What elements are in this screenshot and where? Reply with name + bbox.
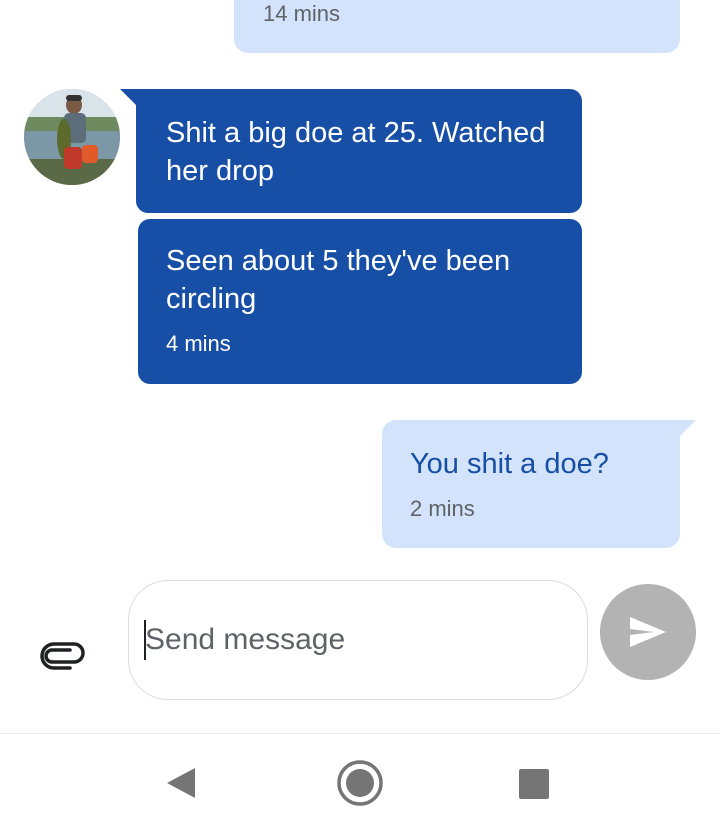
message-bubble-outgoing[interactable]: You shit a doe? 2 mins [382, 420, 680, 548]
bubble-tail [680, 420, 696, 436]
conversation-screen: 14 mins Shit a big doe at 25. Watched he… [0, 0, 720, 830]
system-navigation-bar [0, 733, 720, 830]
message-timestamp: 4 mins [166, 331, 231, 356]
send-icon [630, 617, 666, 647]
paperclip-icon[interactable] [40, 640, 88, 672]
bubble-tail [120, 89, 136, 105]
message-text: Shit a big doe at 25. Watched her drop [166, 117, 546, 187]
message-timestamp: 2 mins [410, 496, 475, 521]
home-circle-icon[interactable] [336, 759, 384, 812]
message-input[interactable]: Send message [128, 580, 588, 700]
message-input-placeholder: Send message [145, 623, 346, 656]
contact-avatar[interactable] [24, 89, 120, 185]
send-button[interactable] [600, 584, 696, 680]
recent-square-icon[interactable] [519, 769, 549, 799]
message-timestamp: 14 mins [263, 1, 341, 26]
back-triangle-icon[interactable] [165, 766, 197, 805]
message-text: Seen about 5 they've been circling [166, 245, 511, 315]
message-bubble-incoming[interactable]: Seen about 5 they've been circling 4 min… [138, 219, 582, 384]
message-text: You shit a doe? [410, 448, 609, 480]
message-bubble-incoming[interactable]: Shit a big doe at 25. Watched her drop [136, 89, 582, 213]
message-bubble-outgoing[interactable]: 14 mins [234, 0, 680, 53]
